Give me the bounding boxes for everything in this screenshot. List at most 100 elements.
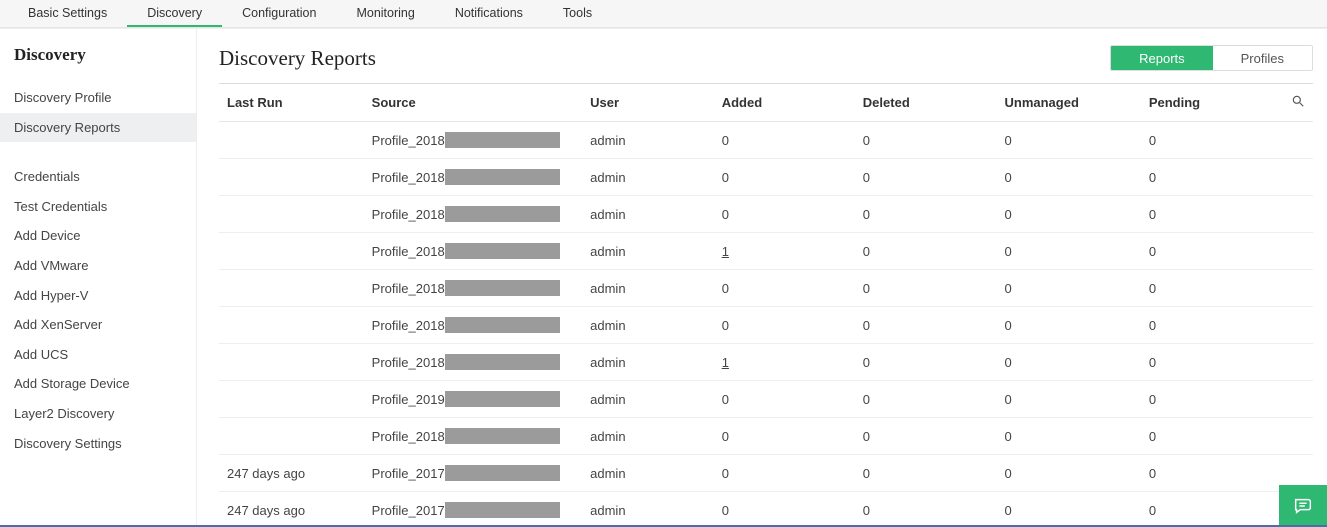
source-prefix: Profile_2018 bbox=[372, 355, 445, 370]
sidebar-title: Discovery bbox=[0, 41, 196, 77]
cell-source: Profile_2017 bbox=[364, 492, 582, 527]
table-row[interactable]: Profile_2018admin1000 bbox=[219, 233, 1313, 270]
chat-icon bbox=[1292, 495, 1314, 517]
col-unmanaged[interactable]: Unmanaged bbox=[997, 84, 1141, 122]
page-title: Discovery Reports bbox=[219, 46, 376, 71]
cell-last-run bbox=[219, 344, 364, 381]
cell-deleted: 0 bbox=[855, 381, 997, 418]
col-user[interactable]: User bbox=[582, 84, 714, 122]
sidebar-item-discovery-reports[interactable]: Discovery Reports bbox=[0, 113, 196, 143]
sidebar-item-add-hyper-v[interactable]: Add Hyper-V bbox=[0, 281, 196, 311]
source-redacted bbox=[445, 169, 560, 185]
cell-added: 0 bbox=[714, 196, 855, 233]
cell-last-run bbox=[219, 381, 364, 418]
col-search[interactable] bbox=[1283, 84, 1313, 122]
cell-unmanaged: 0 bbox=[997, 418, 1141, 455]
col-added[interactable]: Added bbox=[714, 84, 855, 122]
topnav-tab-basic-settings[interactable]: Basic Settings bbox=[8, 0, 127, 27]
cell-user: admin bbox=[582, 122, 714, 159]
table-row[interactable]: Profile_2018admin0000 bbox=[219, 307, 1313, 344]
cell-added: 0 bbox=[714, 381, 855, 418]
cell-spacer bbox=[1283, 344, 1313, 381]
cell-deleted: 0 bbox=[855, 455, 997, 492]
sidebar-item-add-xenserver[interactable]: Add XenServer bbox=[0, 310, 196, 340]
cell-added: 0 bbox=[714, 455, 855, 492]
view-toggle: Reports Profiles bbox=[1110, 45, 1313, 71]
cell-deleted: 0 bbox=[855, 344, 997, 381]
table-row[interactable]: Profile_2018admin0000 bbox=[219, 122, 1313, 159]
col-pending[interactable]: Pending bbox=[1141, 84, 1283, 122]
topnav-tab-discovery[interactable]: Discovery bbox=[127, 0, 222, 27]
cell-deleted: 0 bbox=[855, 122, 997, 159]
cell-added: 0 bbox=[714, 307, 855, 344]
sidebar-group: Discovery ProfileDiscovery Reports bbox=[0, 77, 196, 148]
table-row[interactable]: Profile_2018admin0000 bbox=[219, 159, 1313, 196]
source-prefix: Profile_2017 bbox=[372, 503, 445, 518]
topnav-tab-monitoring[interactable]: Monitoring bbox=[336, 0, 434, 27]
cell-user: admin bbox=[582, 492, 714, 527]
source-prefix: Profile_2018 bbox=[372, 133, 445, 148]
source-redacted bbox=[445, 132, 560, 148]
source-redacted bbox=[445, 391, 560, 407]
toggle-profiles[interactable]: Profiles bbox=[1213, 46, 1312, 70]
source-redacted bbox=[445, 280, 560, 296]
cell-deleted: 0 bbox=[855, 418, 997, 455]
top-nav: Basic SettingsDiscoveryConfigurationMoni… bbox=[0, 0, 1327, 28]
sidebar-item-add-ucs[interactable]: Add UCS bbox=[0, 340, 196, 370]
cell-deleted: 0 bbox=[855, 196, 997, 233]
table-row[interactable]: Profile_2019admin0000 bbox=[219, 381, 1313, 418]
cell-unmanaged: 0 bbox=[997, 122, 1141, 159]
col-source[interactable]: Source bbox=[364, 84, 582, 122]
table-row[interactable]: Profile_2018admin0000 bbox=[219, 270, 1313, 307]
sidebar-item-discovery-profile[interactable]: Discovery Profile bbox=[0, 83, 196, 113]
cell-spacer bbox=[1283, 381, 1313, 418]
topnav-tab-notifications[interactable]: Notifications bbox=[435, 0, 543, 27]
toggle-reports[interactable]: Reports bbox=[1111, 46, 1213, 70]
cell-pending: 0 bbox=[1141, 233, 1283, 270]
source-prefix: Profile_2018 bbox=[372, 207, 445, 222]
source-prefix: Profile_2019 bbox=[372, 392, 445, 407]
cell-source: Profile_2018 bbox=[364, 344, 582, 381]
reports-table: Last Run Source User Added Deleted Unman… bbox=[219, 83, 1313, 527]
search-icon[interactable] bbox=[1291, 96, 1305, 111]
cell-spacer bbox=[1283, 122, 1313, 159]
chat-button[interactable] bbox=[1279, 485, 1327, 527]
cell-unmanaged: 0 bbox=[997, 307, 1141, 344]
sidebar-item-discovery-settings[interactable]: Discovery Settings bbox=[0, 429, 196, 459]
sidebar-item-layer2-discovery[interactable]: Layer2 Discovery bbox=[0, 399, 196, 429]
cell-deleted: 0 bbox=[855, 492, 997, 527]
sidebar-item-test-credentials[interactable]: Test Credentials bbox=[0, 192, 196, 222]
sidebar-item-add-device[interactable]: Add Device bbox=[0, 221, 196, 251]
cell-added[interactable]: 1 bbox=[714, 344, 855, 381]
sidebar-item-add-vmware[interactable]: Add VMware bbox=[0, 251, 196, 281]
sidebar: Discovery Discovery ProfileDiscovery Rep… bbox=[0, 29, 197, 527]
col-deleted[interactable]: Deleted bbox=[855, 84, 997, 122]
source-redacted bbox=[445, 317, 560, 333]
cell-spacer bbox=[1283, 159, 1313, 196]
sidebar-item-credentials[interactable]: Credentials bbox=[0, 162, 196, 192]
source-prefix: Profile_2018 bbox=[372, 429, 445, 444]
table-row[interactable]: 247 days agoProfile_2017admin0000 bbox=[219, 455, 1313, 492]
cell-pending: 0 bbox=[1141, 381, 1283, 418]
cell-user: admin bbox=[582, 233, 714, 270]
content-header: Discovery Reports Reports Profiles bbox=[219, 45, 1313, 71]
table-row[interactable]: Profile_2018admin0000 bbox=[219, 196, 1313, 233]
cell-deleted: 0 bbox=[855, 307, 997, 344]
cell-last-run bbox=[219, 418, 364, 455]
source-prefix: Profile_2018 bbox=[372, 244, 445, 259]
cell-pending: 0 bbox=[1141, 196, 1283, 233]
topnav-tab-configuration[interactable]: Configuration bbox=[222, 0, 336, 27]
col-last-run[interactable]: Last Run bbox=[219, 84, 364, 122]
table-row[interactable]: Profile_2018admin0000 bbox=[219, 418, 1313, 455]
cell-pending: 0 bbox=[1141, 418, 1283, 455]
cell-user: admin bbox=[582, 159, 714, 196]
table-row[interactable]: 247 days agoProfile_2017admin0000 bbox=[219, 492, 1313, 527]
sidebar-item-add-storage-device[interactable]: Add Storage Device bbox=[0, 369, 196, 399]
cell-source: Profile_2017 bbox=[364, 455, 582, 492]
cell-unmanaged: 0 bbox=[997, 233, 1141, 270]
table-row[interactable]: Profile_2018admin1000 bbox=[219, 344, 1313, 381]
sidebar-group: CredentialsTest CredentialsAdd DeviceAdd… bbox=[0, 148, 196, 464]
cell-added[interactable]: 1 bbox=[714, 233, 855, 270]
topnav-tab-tools[interactable]: Tools bbox=[543, 0, 612, 27]
cell-unmanaged: 0 bbox=[997, 455, 1141, 492]
